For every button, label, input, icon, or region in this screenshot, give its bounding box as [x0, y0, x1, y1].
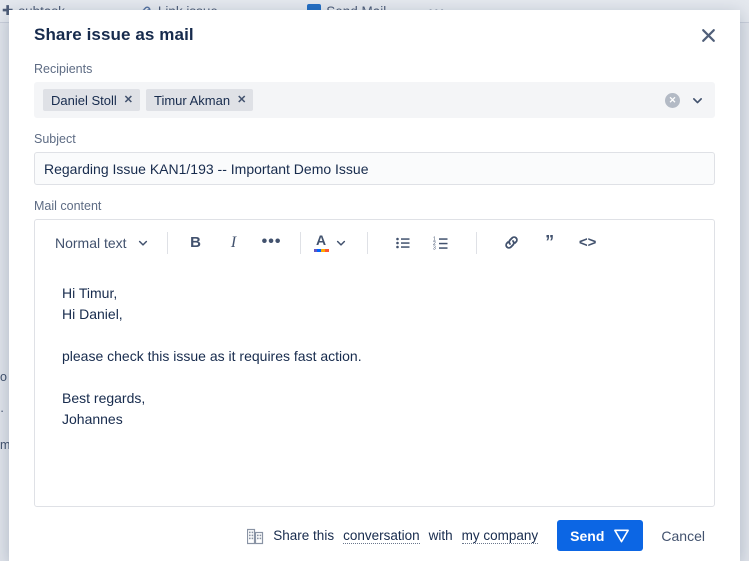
toolbar-divider: [475, 231, 477, 254]
share-note-middle: with: [428, 528, 453, 543]
bullet-list-icon: [395, 237, 410, 248]
recipient-chip[interactable]: Daniel Stoll ✕: [43, 89, 140, 111]
mail-body-line: Hi Timur,: [62, 285, 118, 301]
subject-label: Subject: [34, 132, 76, 146]
code-button[interactable]: <>: [569, 228, 607, 258]
send-button-label: Send: [570, 527, 605, 544]
subject-input[interactable]: [34, 152, 715, 185]
recipients-actions: ✕: [665, 92, 706, 108]
color-swatch-bar: [313, 249, 329, 252]
link-icon: [505, 236, 518, 249]
share-conversation-note: Share this conversation with my company: [247, 527, 539, 545]
share-note-conversation-link[interactable]: conversation: [343, 528, 420, 544]
clear-all-icon[interactable]: ✕: [665, 92, 680, 108]
text-style-dropdown[interactable]: Normal text: [43, 228, 158, 258]
numbered-list-button[interactable]: 1 2 3: [422, 228, 460, 258]
text-color-icon: A: [313, 233, 329, 252]
editor-toolbar: Normal text B I ••• A 1 2 3 ” <>: [35, 220, 714, 265]
recipients-field[interactable]: Daniel Stoll ✕ Timur Akman ✕ ✕: [34, 82, 715, 118]
remove-recipient-icon[interactable]: ✕: [237, 94, 246, 106]
mail-body-line: Best regards,: [62, 390, 146, 406]
insert-link-button[interactable]: [493, 228, 531, 258]
toolbar-divider: [366, 231, 368, 254]
recipient-chip[interactable]: Timur Akman ✕: [145, 89, 254, 111]
recipient-chip-label: Timur Akman: [153, 92, 231, 108]
toolbar-divider: [299, 231, 301, 254]
share-note-prefix: Share this: [273, 528, 335, 543]
share-note-company-link[interactable]: my company: [461, 528, 539, 544]
blockquote-button[interactable]: ”: [531, 228, 569, 258]
send-icon: [614, 529, 630, 543]
recipients-dropdown-toggle[interactable]: [691, 94, 704, 107]
svg-text:3: 3: [433, 245, 436, 251]
chevron-down-icon: [693, 97, 702, 103]
mail-body-line: Hi Daniel,: [62, 306, 123, 322]
chevron-down-icon: [336, 240, 345, 246]
mail-body-textarea[interactable]: Hi Timur, Hi Daniel, please check this i…: [35, 265, 714, 506]
text-style-label: Normal text: [55, 234, 127, 251]
send-button[interactable]: Send: [557, 520, 644, 551]
mail-body-line: please check this issue as it requires f…: [62, 348, 362, 364]
mail-body-line: Johannes: [62, 411, 123, 427]
text-color-button[interactable]: A: [310, 228, 351, 258]
building-icon: [247, 528, 264, 544]
dialog-header: Share issue as mail: [34, 10, 715, 48]
italic-button[interactable]: I: [215, 228, 253, 258]
mail-body-blank-line: [62, 325, 687, 346]
close-icon: [701, 28, 715, 42]
recipient-chip-label: Daniel Stoll: [51, 92, 117, 108]
numbered-list-icon: 1 2 3: [433, 236, 448, 251]
share-issue-as-mail-dialog: Share issue as mail Recipients Daniel St…: [9, 10, 740, 561]
mail-content-label: Mail content: [34, 199, 102, 213]
mail-content-editor: Normal text B I ••• A 1 2 3 ” <> Hi Timu…: [34, 219, 715, 507]
bold-button[interactable]: B: [177, 228, 215, 258]
cancel-button[interactable]: Cancel: [651, 520, 715, 551]
recipient-chip-list: Daniel Stoll ✕ Timur Akman ✕: [43, 89, 665, 111]
mail-body-blank-line: [62, 367, 687, 388]
remove-recipient-icon[interactable]: ✕: [124, 94, 133, 106]
more-formatting-button[interactable]: •••: [253, 228, 291, 258]
close-button[interactable]: [695, 22, 721, 48]
toolbar-divider: [166, 231, 168, 254]
bullet-list-button[interactable]: [384, 228, 422, 258]
recipients-label: Recipients: [34, 62, 93, 76]
page-title: Share issue as mail: [34, 25, 194, 44]
dialog-footer: Share this conversation with my company …: [34, 520, 715, 551]
chevron-down-icon: [138, 240, 147, 246]
